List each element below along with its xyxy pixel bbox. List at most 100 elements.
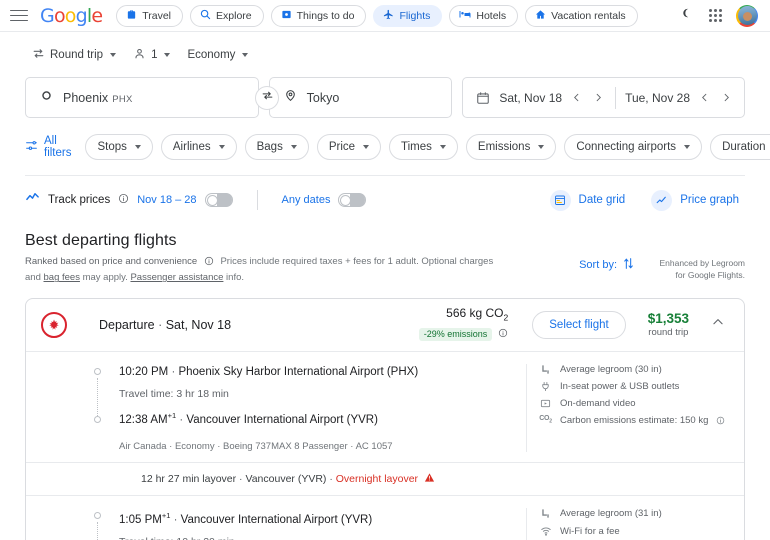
filter-chip-emissions[interactable]: Emissions — [466, 134, 556, 160]
chevron-down-icon — [684, 145, 690, 149]
amenity-label: Wi-Fi for a fee — [560, 526, 620, 537]
leg-departure-airport: Phoenix Sky Harbor International Airport… — [178, 366, 418, 378]
chevron-down-icon — [135, 145, 141, 149]
collapse-details-button[interactable] — [705, 309, 731, 340]
page-title: Best departing flights — [25, 232, 745, 250]
price-graph-button[interactable]: Price graph — [645, 186, 745, 215]
track-date-range-toggle[interactable] — [205, 193, 233, 207]
filter-chip-times[interactable]: Times — [389, 134, 458, 160]
nav-chip-travel[interactable]: Travel — [116, 5, 183, 27]
any-dates-toggle[interactable] — [338, 193, 366, 207]
info-icon[interactable] — [498, 325, 508, 343]
results-section: Best departing flights Ranked based on p… — [0, 222, 770, 286]
filter-chip-connecting-airports[interactable]: Connecting airports — [564, 134, 702, 160]
results-description: Ranked based on price and convenience Pr… — [25, 255, 505, 286]
filter-chip-duration[interactable]: Duration — [710, 134, 770, 160]
select-flight-button[interactable]: Select flight — [532, 311, 625, 339]
date-divider — [615, 87, 616, 109]
search-fields-row: PhoenixPHX Tokyo Sat, Nov 18 — [25, 77, 745, 118]
leg-arrival-airport: Vancouver International Airport (YVR) — [186, 413, 378, 425]
passenger-selector[interactable]: 1 — [126, 43, 177, 67]
nav-chip-explore[interactable]: Explore — [190, 5, 264, 27]
nav-chip-flights[interactable]: Flights — [373, 5, 442, 27]
nav-chip-vacation-rentals[interactable]: Vacation rentals — [525, 5, 638, 27]
trip-type-label: Round trip — [50, 49, 103, 61]
next-date-icon[interactable] — [591, 90, 606, 105]
date-grid-button[interactable]: Date grid — [544, 186, 632, 215]
layover-duration: 12 hr 27 min layover — [141, 473, 236, 485]
info-icon[interactable] — [716, 416, 725, 425]
next-date-icon[interactable] — [719, 90, 734, 105]
info-icon[interactable] — [204, 256, 214, 271]
timeline-dot-departure — [94, 368, 101, 375]
track-date-range-label[interactable]: Nov 18 – 28 — [137, 194, 196, 206]
amenity-label: Average legroom (30 in) — [560, 364, 662, 375]
origin-input[interactable]: PhoenixPHX — [25, 77, 259, 118]
filter-chip-label: Connecting airports — [576, 141, 676, 153]
ticket-icon — [281, 9, 292, 23]
return-date-label: Tue, Nov 28 — [625, 91, 690, 105]
trip-type-selector[interactable]: Round trip — [25, 43, 123, 67]
filter-chip-label: Price — [329, 141, 355, 153]
destination-input[interactable]: Tokyo — [269, 77, 453, 118]
departure-date-segment[interactable]: Sat, Nov 18 — [499, 90, 606, 105]
chevron-down-icon — [538, 145, 544, 149]
filter-chip-label: Emissions — [478, 141, 530, 153]
filter-chip-airlines[interactable]: Airlines — [161, 134, 237, 160]
next-day-indicator: +1 — [162, 511, 171, 520]
swap-arrows-icon — [261, 89, 274, 107]
apps-grid-icon[interactable] — [709, 9, 722, 22]
leg-arrival-line: 12:38 AM+1 · Vancouver International Air… — [119, 408, 518, 428]
filter-chip-stops[interactable]: Stops — [85, 134, 152, 160]
amenity-row: Wi-Fi for a fee — [539, 525, 731, 537]
amenity-row: Average legroom (31 in) — [539, 508, 731, 519]
departure-label: Departure — [99, 318, 155, 332]
info-icon[interactable] — [118, 191, 129, 209]
moon-icon[interactable] — [681, 6, 695, 25]
layover-row: 12 hr 27 min layover · Vancouver (YVR) ·… — [26, 463, 744, 495]
bag-fees-link[interactable]: bag fees — [44, 272, 80, 283]
chevron-down-icon — [363, 145, 369, 149]
nav-chip-label: Travel — [142, 10, 171, 22]
price-graph-icon — [651, 190, 672, 211]
any-dates-label[interactable]: Any dates — [282, 194, 331, 206]
filter-chip-price[interactable]: Price — [317, 134, 381, 160]
swap-origin-destination-button[interactable] — [255, 86, 279, 110]
leg-details: 1:05 PM+1 · Vancouver International Airp… — [106, 508, 518, 540]
price-graph-label: Price graph — [680, 194, 739, 206]
co2-value: 566 kg CO — [446, 306, 503, 320]
leg-amenities-1: Average legroom (30 in) In-seat power & … — [526, 364, 731, 453]
date-range-field[interactable]: Sat, Nov 18 Tue, Nov 28 — [462, 77, 745, 118]
leg-timeline — [94, 512, 106, 540]
amenity-label: Average legroom (31 in) — [560, 508, 662, 519]
nav-chip-hotels[interactable]: Hotels — [449, 5, 518, 27]
price-note-part2: may apply. — [80, 272, 131, 283]
previous-date-icon[interactable] — [697, 90, 712, 105]
all-filters-button[interactable]: All filters — [25, 131, 77, 163]
nav-chip-label: Flights — [399, 10, 430, 22]
google-logo[interactable]: Google — [40, 5, 102, 27]
track-prices-group: Track prices Nov 18 – 28 Any dates — [25, 190, 366, 210]
cabin-class-selector[interactable]: Economy — [180, 45, 255, 65]
return-date-segment[interactable]: Tue, Nov 28 — [625, 90, 734, 105]
person-icon — [133, 47, 146, 63]
origin-airport-code: PHX — [112, 94, 132, 105]
passenger-assistance-link[interactable]: Passenger assistance — [130, 272, 223, 283]
nav-chip-things-to-do[interactable]: Things to do — [271, 5, 367, 27]
departure-summary: Departure · Sat, Nov 18 — [99, 318, 231, 332]
track-prices-row: Track prices Nov 18 – 28 Any dates Date … — [0, 178, 770, 222]
emissions-badge-row: -29% emissions — [419, 325, 509, 343]
hamburger-menu-icon[interactable] — [10, 9, 28, 23]
filter-chip-bags[interactable]: Bags — [245, 134, 309, 160]
passenger-count: 1 — [151, 49, 157, 61]
user-avatar[interactable] — [736, 5, 758, 27]
sort-by-button[interactable]: Sort by: — [579, 257, 635, 273]
destination-city: Tokyo — [307, 91, 340, 105]
leg-amenities-2: Average legroom (31 in) Wi-Fi for a fee … — [526, 508, 731, 540]
top-bar-actions — [681, 5, 758, 27]
amenity-row: In-seat power & USB outlets — [539, 381, 731, 392]
previous-date-icon[interactable] — [569, 90, 584, 105]
flight-result-card[interactable]: Departure · Sat, Nov 18 566 kg CO2 -29% … — [25, 298, 745, 540]
filter-sliders-icon — [25, 139, 38, 155]
chevron-down-icon — [219, 145, 225, 149]
